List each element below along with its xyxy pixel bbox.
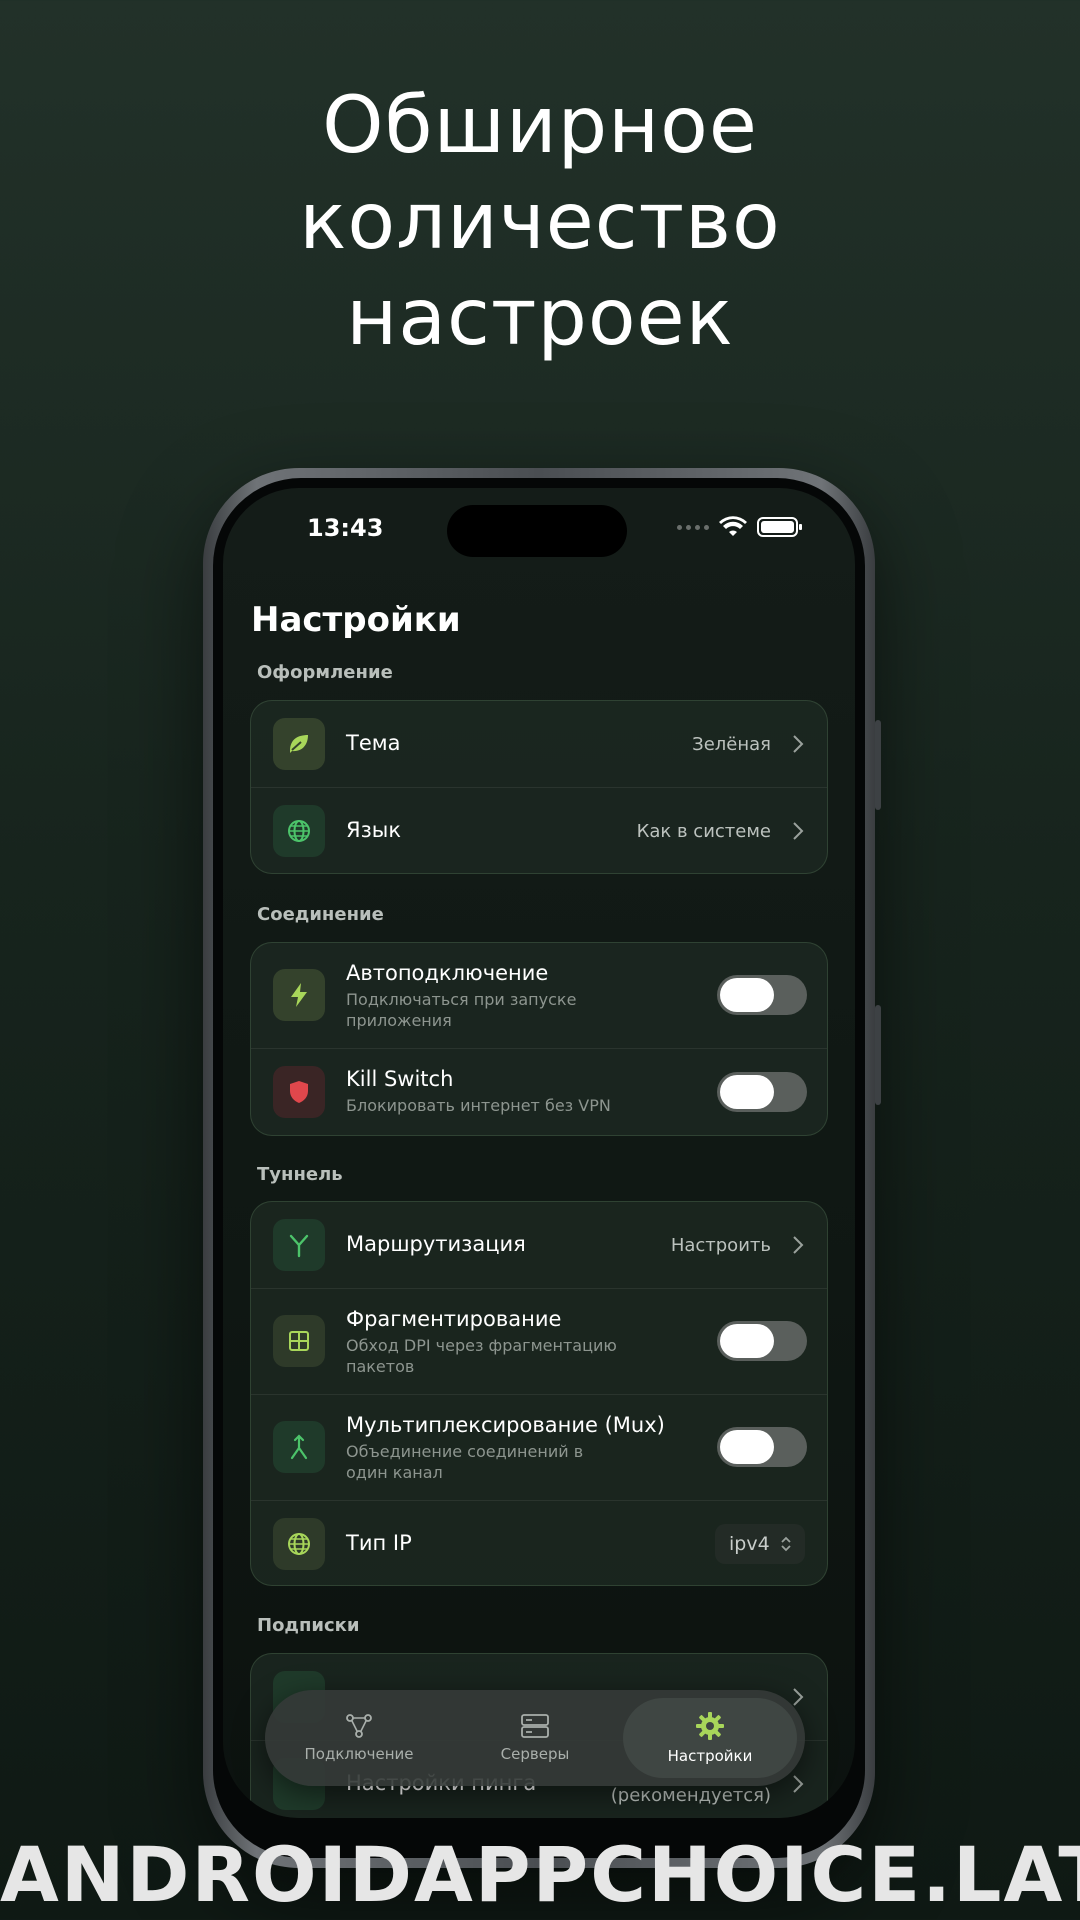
tab-settings[interactable]: Настройки <box>623 1698 797 1778</box>
side-button <box>875 1005 881 1105</box>
language-value: Как в системе <box>636 821 771 842</box>
ip-type-title: Тип IP <box>346 1531 412 1555</box>
theme-title: Тема <box>346 731 401 755</box>
tunnel-card: Маршрутизация Настроить Фрагментирование… <box>250 1201 828 1586</box>
ip-type-value: ipv4 <box>729 1533 770 1555</box>
status-time: 13:43 <box>307 514 384 542</box>
mux-row: Мультиплексирование (Mux) Объединение со… <box>251 1395 827 1501</box>
killswitch-subtitle: Блокировать интернет без VPN <box>346 1096 611 1115</box>
routing-row[interactable]: Маршрутизация Настроить <box>251 1202 827 1289</box>
fragmentation-toggle[interactable] <box>717 1321 807 1361</box>
theme-row[interactable]: Тема Зелёная <box>251 701 827 788</box>
merge-icon <box>273 1421 325 1473</box>
watermark: ANDROIDAPPCHOICE.LAT <box>0 1830 1080 1919</box>
fragmentation-row: Фрагментирование Обход DPI через фрагмен… <box>251 1289 827 1395</box>
grid-icon <box>273 1315 325 1367</box>
tab-connection-label: Подключение <box>304 1745 414 1763</box>
autoconnect-title: Автоподключение <box>346 961 549 985</box>
section-label-tunnel: Туннель <box>257 1164 343 1185</box>
battery-icon <box>757 517 802 537</box>
autoconnect-toggle[interactable] <box>717 975 807 1015</box>
section-label-appearance: Оформление <box>257 662 393 683</box>
mux-subtitle: Объединение соединений в один канал <box>346 1442 584 1482</box>
page-title: Настройки <box>251 600 461 640</box>
section-label-subscriptions: Подписки <box>257 1615 360 1636</box>
language-title: Язык <box>346 818 402 842</box>
tab-connection[interactable]: Подключение <box>279 1690 439 1786</box>
chevron-right-icon <box>793 1775 804 1793</box>
status-icons <box>677 516 803 538</box>
theme-value: Зелёная <box>692 734 771 755</box>
chevron-right-icon <box>793 1236 804 1254</box>
bolt-icon <box>273 969 325 1021</box>
language-row[interactable]: Язык Как в системе <box>251 788 827 873</box>
fragmentation-subtitle: Обход DPI через фрагментацию пакетов <box>346 1336 617 1376</box>
side-button <box>875 720 881 810</box>
routing-value: Настроить <box>670 1235 771 1256</box>
killswitch-toggle[interactable] <box>717 1072 807 1112</box>
mux-toggle[interactable] <box>717 1427 807 1467</box>
connection-card: Автоподключение Подключаться при запуске… <box>250 942 828 1136</box>
autoconnect-row: Автоподключение Подключаться при запуске… <box>251 943 827 1049</box>
signal-dots-icon <box>677 524 709 530</box>
app-screen: 13:43 Настройки Оформление Тема Зелёная <box>223 488 855 1818</box>
shield-icon <box>273 1066 325 1118</box>
wifi-icon <box>719 516 747 536</box>
route-icon <box>273 1219 325 1271</box>
killswitch-title: Kill Switch <box>346 1067 454 1091</box>
dynamic-island <box>447 505 627 557</box>
ping-value: (рекомендуется) <box>610 1785 771 1806</box>
chevron-updown-icon <box>781 1536 791 1552</box>
globe-icon <box>273 805 325 857</box>
mux-title: Мультиплексирование (Mux) <box>346 1413 665 1437</box>
connection-icon <box>346 1714 372 1738</box>
ip-type-select[interactable]: ipv4 <box>715 1524 805 1564</box>
chevron-right-icon <box>793 822 804 840</box>
leaf-icon <box>273 718 325 770</box>
appearance-card: Тема Зелёная Язык Как в системе <box>250 700 828 874</box>
ip-type-row: Тип IP ipv4 <box>251 1501 827 1585</box>
tab-servers[interactable]: Серверы <box>455 1690 615 1786</box>
chevron-right-icon <box>793 735 804 753</box>
routing-title: Маршрутизация <box>346 1232 526 1256</box>
autoconnect-subtitle: Подключаться при запуске приложения <box>346 990 577 1030</box>
chevron-right-icon <box>793 1688 804 1706</box>
promo-title: Обширное количество настроек <box>299 81 781 363</box>
servers-icon <box>521 1714 549 1738</box>
tab-servers-label: Серверы <box>500 1745 570 1763</box>
killswitch-row: Kill Switch Блокировать интернет без VPN <box>251 1049 827 1135</box>
gear-icon <box>696 1712 724 1740</box>
section-label-connection: Соединение <box>257 904 384 925</box>
tab-bar: Подключение Серверы Настройки <box>265 1690 805 1786</box>
fragmentation-title: Фрагментирование <box>346 1307 562 1331</box>
globe-icon <box>273 1518 325 1570</box>
tab-settings-label: Настройки <box>667 1747 753 1765</box>
